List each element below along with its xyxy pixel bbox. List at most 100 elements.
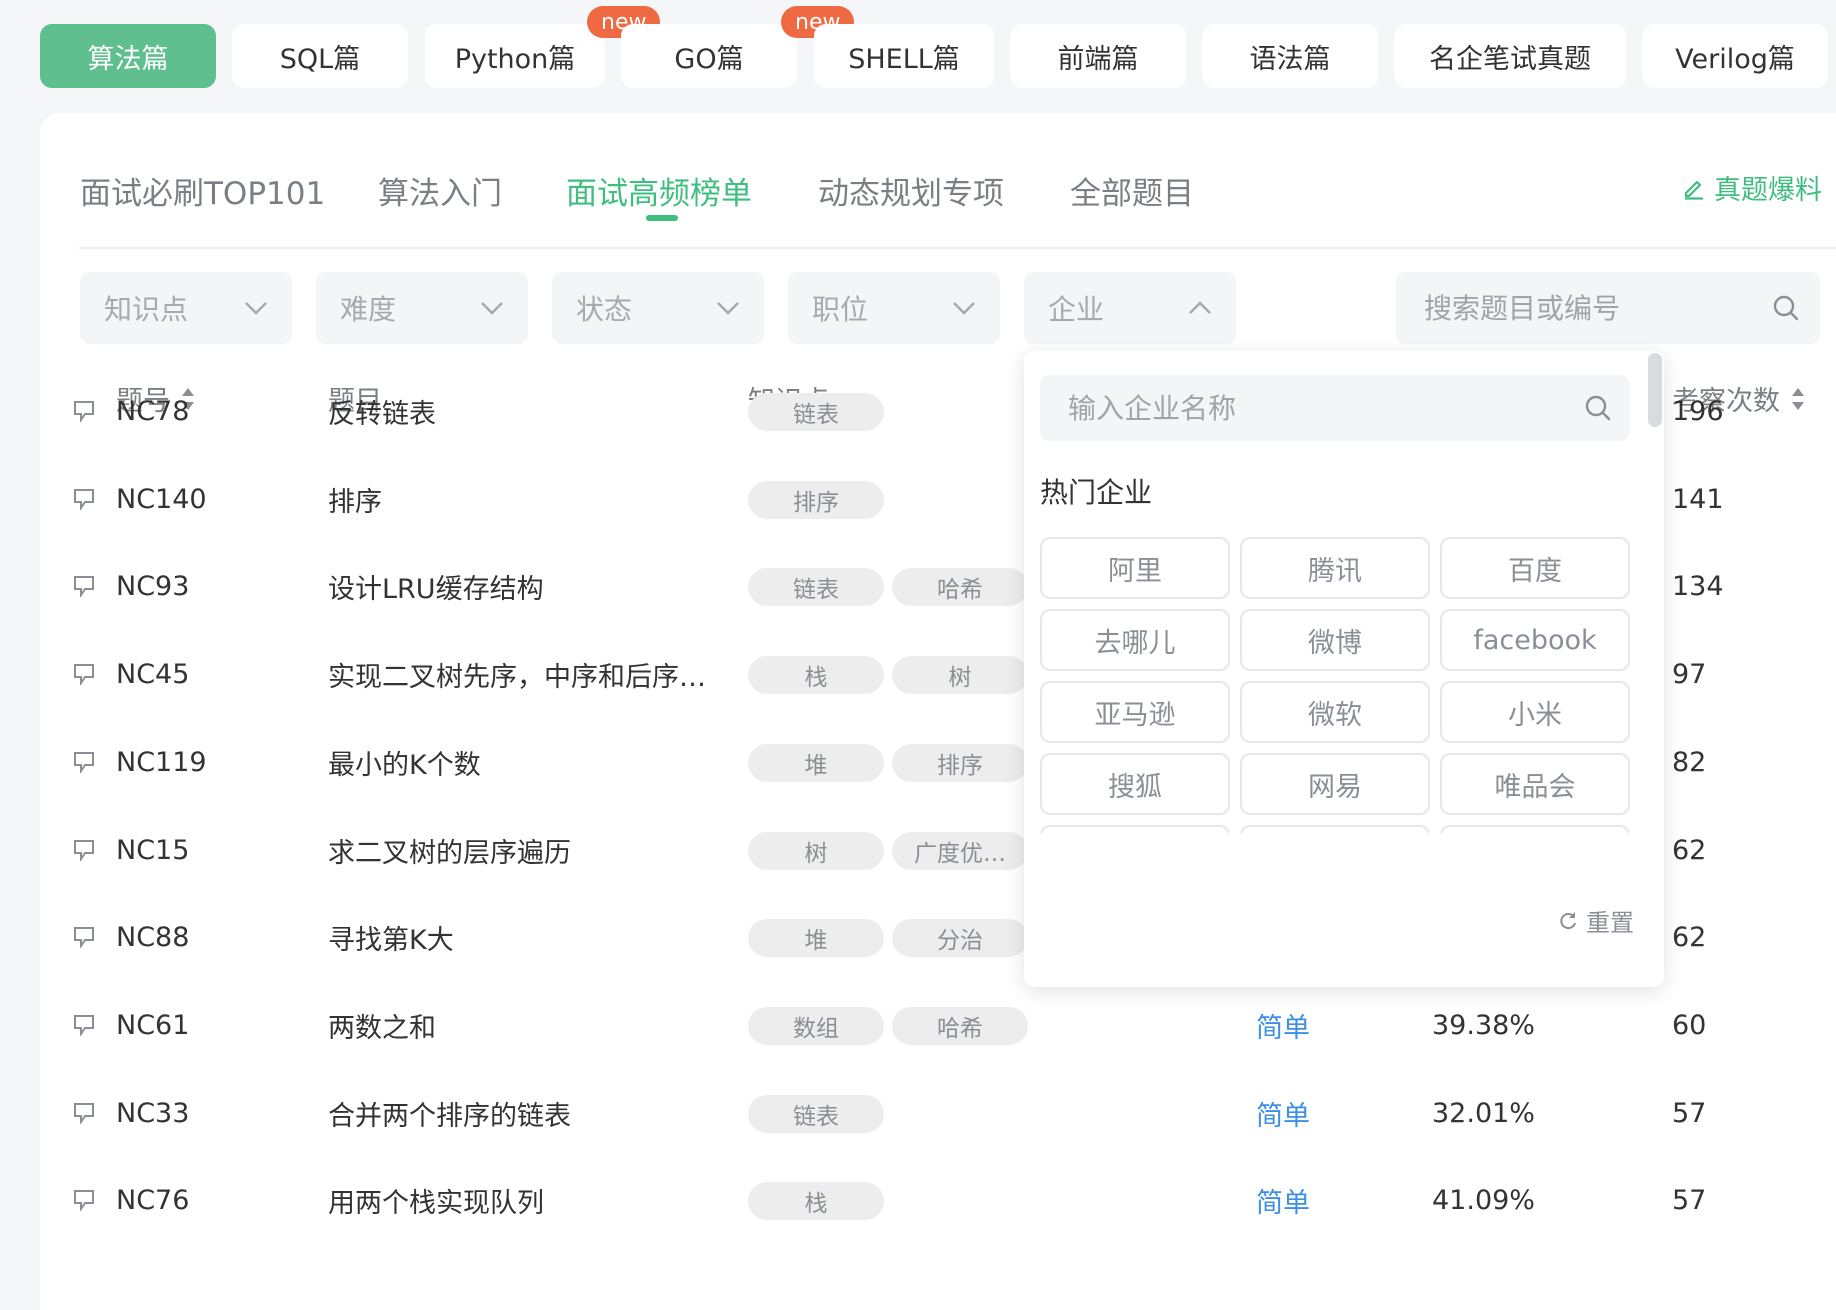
- company-option[interactable]: 携程: [1240, 825, 1430, 833]
- company-option[interactable]: 微博: [1240, 609, 1430, 671]
- company-dropdown: 热门企业 阿里腾讯百度去哪儿微博facebook 亚马逊微软小米搜狐网易唯品会京东…: [1024, 351, 1664, 987]
- question-title[interactable]: 用两个栈实现队列: [328, 1156, 544, 1244]
- company-option[interactable]: 亚马逊: [1040, 681, 1230, 743]
- topic-tag[interactable]: 树: [892, 656, 1028, 694]
- question-title[interactable]: 最小的K个数: [328, 718, 481, 806]
- chevron-down-icon: [717, 302, 739, 315]
- table-row[interactable]: NC76 用两个栈实现队列 栈 简单 41.09% 57: [40, 1156, 1836, 1244]
- search-icon[interactable]: [1772, 294, 1800, 322]
- question-title[interactable]: 合并两个排序的链表: [328, 1069, 571, 1157]
- company-option[interactable]: 小米: [1440, 681, 1630, 743]
- tab-algorithm-intro[interactable]: 算法入门: [378, 168, 502, 213]
- topic-tag[interactable]: 广度优…: [892, 832, 1028, 870]
- document-icon: [74, 1190, 94, 1211]
- question-title[interactable]: 设计LRU缓存结构: [328, 542, 544, 630]
- question-id[interactable]: NC88: [116, 893, 189, 981]
- document-icon: [74, 664, 94, 685]
- exam-count: 97: [1672, 658, 1707, 690]
- topic-tag[interactable]: 哈希: [892, 568, 1028, 606]
- topic-tag[interactable]: 栈: [748, 656, 884, 694]
- category-tab-syntax[interactable]: 语法篇: [1202, 24, 1378, 88]
- category-tab-label: SQL篇: [279, 43, 361, 75]
- topic-tag[interactable]: 数组: [748, 1007, 884, 1045]
- company-option[interactable]: 唯品会: [1440, 753, 1630, 815]
- question-id[interactable]: NC33: [116, 1069, 189, 1157]
- company-option[interactable]: 去哪儿: [1040, 609, 1230, 671]
- question-search-input[interactable]: [1422, 290, 1726, 326]
- category-tab-label: Verilog篇: [1675, 43, 1795, 75]
- table-row[interactable]: NC61 两数之和 数组 哈希 简单 39.38% 60: [40, 981, 1836, 1069]
- category-tabs: 算法篇 SQL篇 Python篇 new GO篇 new SHELL篇 前端篇 …: [40, 6, 1830, 88]
- category-tab-verilog[interactable]: Verilog篇: [1642, 24, 1828, 88]
- dropdown-scrollbar[interactable]: [1648, 353, 1662, 427]
- question-title[interactable]: 两数之和: [328, 981, 436, 1069]
- tab-high-frequency[interactable]: 面试高频榜单: [566, 168, 752, 213]
- question-id[interactable]: NC78: [116, 367, 189, 455]
- company-option[interactable]: 腾讯: [1240, 537, 1430, 599]
- company-option[interactable]: 搜狐: [1040, 753, 1230, 815]
- topic-tag[interactable]: 堆: [748, 919, 884, 957]
- category-tab-python[interactable]: Python篇 new: [425, 6, 661, 88]
- exam-count: 60: [1672, 1009, 1707, 1041]
- company-option[interactable]: 阿里: [1040, 537, 1230, 599]
- tab-dynamic-programming[interactable]: 动态规划专项: [818, 168, 1004, 213]
- topic-tag[interactable]: 排序: [748, 481, 884, 519]
- company-search-input[interactable]: [1066, 390, 1370, 426]
- document-icon: [74, 489, 94, 510]
- report-link-label: 真题爆料: [1714, 175, 1822, 206]
- category-tab-frontend[interactable]: 前端篇: [1010, 24, 1186, 88]
- question-title[interactable]: 排序: [328, 455, 382, 543]
- tab-all-questions[interactable]: 全部题目: [1070, 168, 1194, 213]
- topic-tag[interactable]: 分治: [892, 919, 1028, 957]
- search-icon[interactable]: [1584, 394, 1612, 422]
- company-option[interactable]: 网易: [1240, 753, 1430, 815]
- tab-top101[interactable]: 面试必刷TOP101: [80, 168, 325, 213]
- question-title[interactable]: 反转链表: [328, 367, 436, 455]
- topic-tag[interactable]: 链表: [748, 1095, 884, 1133]
- question-id[interactable]: NC61: [116, 981, 189, 1069]
- question-title[interactable]: 实现二叉树先序，中序和后序…: [328, 630, 706, 718]
- topic-tag[interactable]: 链表: [748, 568, 884, 606]
- category-tab-sql[interactable]: SQL篇: [232, 24, 408, 88]
- category-tab-shell[interactable]: SHELL篇: [814, 24, 994, 88]
- question-id[interactable]: NC93: [116, 542, 189, 630]
- company-option[interactable]: 360公司: [1440, 825, 1630, 833]
- topic-tag[interactable]: 树: [748, 832, 884, 870]
- category-tab-label: SHELL篇: [848, 43, 960, 75]
- exam-count: 134: [1672, 570, 1724, 602]
- topic-tag[interactable]: 哈希: [892, 1007, 1028, 1045]
- category-tab-algorithm[interactable]: 算法篇: [40, 24, 216, 88]
- question-id[interactable]: NC45: [116, 630, 189, 718]
- table-row[interactable]: NC33 合并两个排序的链表 链表 简单 32.01% 57: [40, 1069, 1836, 1157]
- question-id[interactable]: NC76: [116, 1156, 189, 1244]
- edit-icon: [1684, 180, 1703, 200]
- question-title[interactable]: 求二叉树的层序遍历: [328, 806, 571, 894]
- filter-topic[interactable]: 知识点: [80, 272, 292, 344]
- filter-status[interactable]: 状态: [552, 272, 764, 344]
- company-option[interactable]: 微软: [1240, 681, 1430, 743]
- question-id[interactable]: NC15: [116, 806, 189, 894]
- company-grid: 阿里腾讯百度去哪儿微博facebook 亚马逊微软小米搜狐网易唯品会京东 携程 360…: [1040, 537, 1630, 833]
- company-option[interactable]: 百度: [1440, 537, 1630, 599]
- topic-tag[interactable]: 栈: [748, 1182, 884, 1220]
- category-tab-label: 前端篇: [1057, 43, 1139, 75]
- topic-tag[interactable]: 排序: [892, 744, 1028, 782]
- question-id[interactable]: NC119: [116, 718, 207, 806]
- tab-divider: [79, 247, 1836, 249]
- topic-tag[interactable]: 堆: [748, 744, 884, 782]
- question-list-panel: 面试必刷TOP101 算法入门 面试高频榜单 动态规划专项 全部题目 真题爆料 …: [40, 113, 1836, 1310]
- company-option[interactable]: facebook: [1440, 609, 1630, 671]
- category-tab-go[interactable]: GO篇 new: [621, 6, 855, 88]
- exam-count: 57: [1672, 1097, 1707, 1129]
- report-question-link[interactable]: 真题爆料: [1682, 168, 1822, 207]
- question-title[interactable]: 寻找第K大: [328, 893, 454, 981]
- category-tab-company-exams[interactable]: 名企笔试真题: [1394, 24, 1626, 88]
- filter-position[interactable]: 职位: [788, 272, 1000, 344]
- question-id[interactable]: NC140: [116, 455, 207, 543]
- category-tab-label: 算法篇: [87, 43, 169, 75]
- company-option[interactable]: 京东: [1040, 825, 1230, 833]
- topic-tag[interactable]: 链表: [748, 393, 884, 431]
- reset-button[interactable]: 重置: [1558, 903, 1634, 938]
- filter-difficulty[interactable]: 难度: [316, 272, 528, 344]
- filter-company[interactable]: 企业: [1024, 272, 1236, 344]
